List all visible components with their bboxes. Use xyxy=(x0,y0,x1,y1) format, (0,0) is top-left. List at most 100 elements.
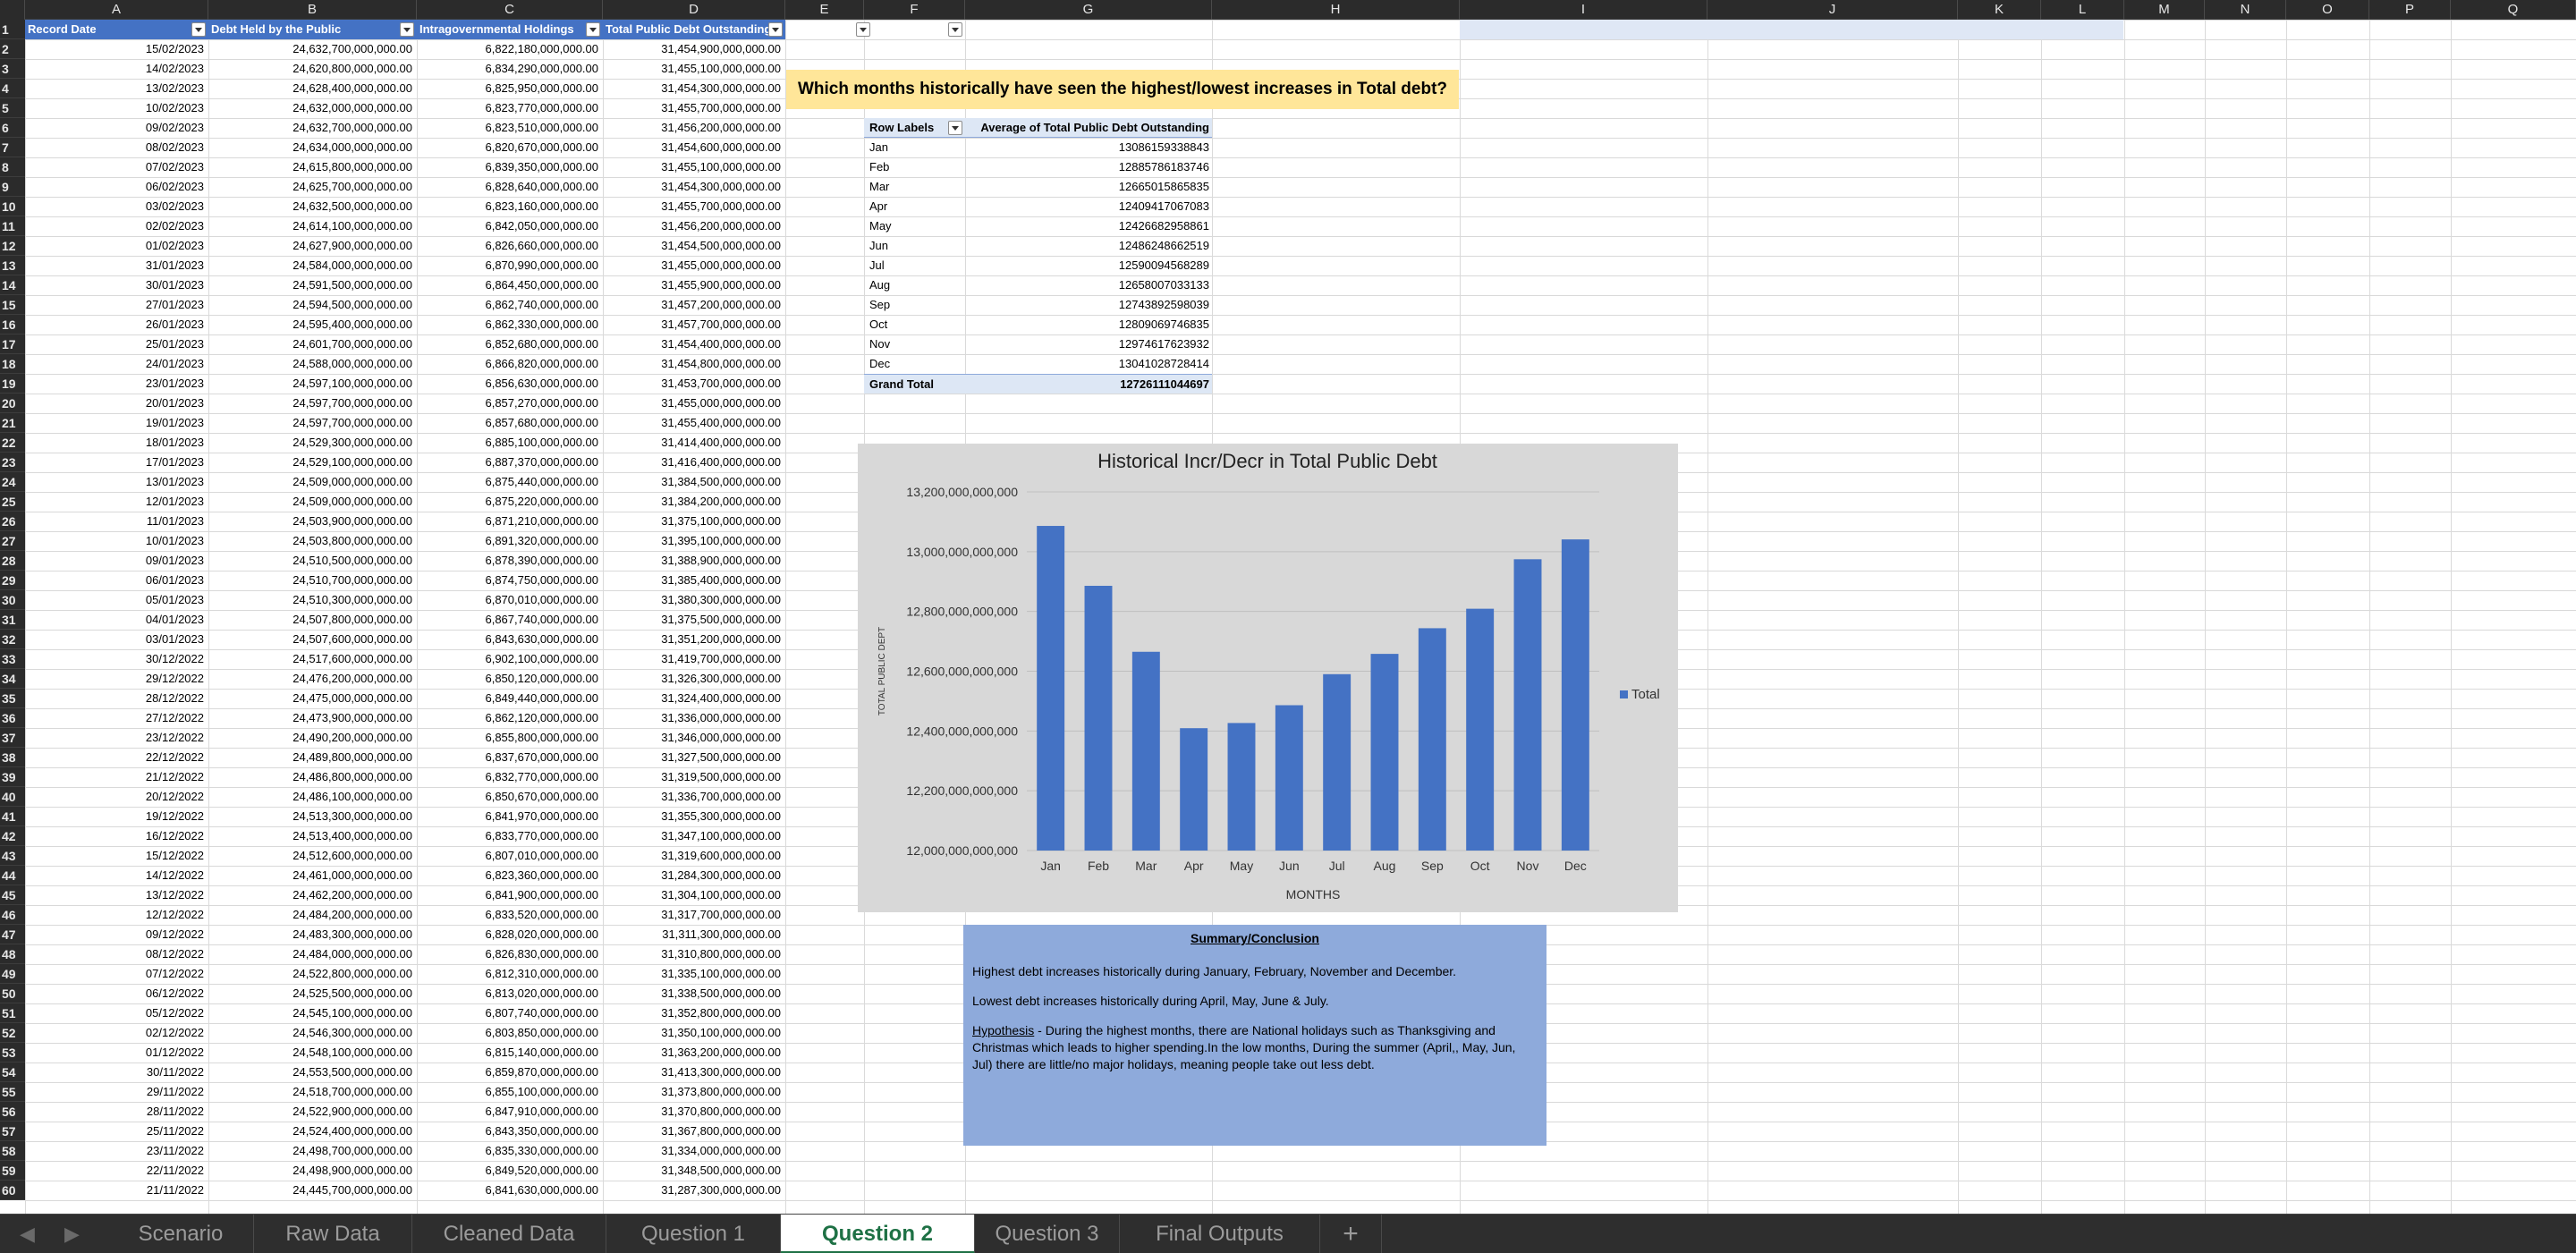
pivot-row-value[interactable]: 12486248662519 xyxy=(965,236,1212,256)
table-cell[interactable]: 6,822,180,000,000.00 xyxy=(417,39,603,59)
pivot-row-value[interactable]: 12743892598039 xyxy=(965,295,1212,315)
table-cell[interactable]: 31,385,400,000,000.00 xyxy=(603,571,785,590)
table-cell[interactable]: 02/02/2023 xyxy=(25,216,208,236)
table-cell[interactable]: 31,355,300,000,000.00 xyxy=(603,807,785,826)
row-header[interactable]: 5 xyxy=(0,98,25,118)
table-cell[interactable]: 31,454,600,000,000.00 xyxy=(603,138,785,157)
table-header-cell[interactable]: Intragovernmental Holdings xyxy=(417,20,603,39)
table-cell[interactable]: 24,512,600,000,000.00 xyxy=(208,846,417,866)
table-cell[interactable]: 05/12/2022 xyxy=(25,1003,208,1023)
table-cell[interactable]: 24,510,700,000,000.00 xyxy=(208,571,417,590)
table-cell[interactable]: 16/12/2022 xyxy=(25,826,208,846)
table-cell[interactable]: 31,384,500,000,000.00 xyxy=(603,472,785,492)
sheet-tab-question-2[interactable]: Question 2 xyxy=(781,1215,975,1253)
row-header[interactable]: 37 xyxy=(0,728,25,748)
pivot-row-label[interactable]: Nov xyxy=(864,334,965,354)
table-cell[interactable]: 6,839,350,000,000.00 xyxy=(417,157,603,177)
column-header-j[interactable]: J xyxy=(1707,0,1958,20)
table-cell[interactable]: 18/01/2023 xyxy=(25,433,208,453)
pivot-row-label[interactable]: Aug xyxy=(864,275,965,295)
table-cell[interactable]: 31,454,300,000,000.00 xyxy=(603,79,785,98)
column-header-k[interactable]: K xyxy=(1958,0,2041,20)
table-cell[interactable]: 31,351,200,000,000.00 xyxy=(603,630,785,649)
row-header[interactable]: 32 xyxy=(0,630,25,649)
row-header[interactable]: 42 xyxy=(0,826,25,846)
table-cell[interactable]: 31,284,300,000,000.00 xyxy=(603,866,785,885)
table-cell[interactable]: 31,319,500,000,000.00 xyxy=(603,767,785,787)
table-cell[interactable]: 6,813,020,000,000.00 xyxy=(417,984,603,1003)
table-cell[interactable]: 08/02/2023 xyxy=(25,138,208,157)
table-cell[interactable]: 6,885,100,000,000.00 xyxy=(417,433,603,453)
table-cell[interactable]: 23/11/2022 xyxy=(25,1141,208,1161)
table-cell[interactable]: 07/12/2022 xyxy=(25,964,208,984)
table-cell[interactable]: 24,601,700,000,000.00 xyxy=(208,334,417,354)
table-cell[interactable]: 31,456,200,000,000.00 xyxy=(603,118,785,138)
table-cell[interactable]: 31,346,000,000,000.00 xyxy=(603,728,785,748)
table-cell[interactable]: 27/12/2022 xyxy=(25,708,208,728)
row-header[interactable]: 52 xyxy=(0,1023,25,1043)
table-cell[interactable]: 6,871,210,000,000.00 xyxy=(417,512,603,531)
sheet-tab-question-3[interactable]: Question 3 xyxy=(975,1215,1120,1253)
pivot-row-label[interactable]: Jun xyxy=(864,236,965,256)
row-header[interactable]: 39 xyxy=(0,767,25,787)
column-header-o[interactable]: O xyxy=(2286,0,2369,20)
table-cell[interactable]: 28/12/2022 xyxy=(25,689,208,708)
table-cell[interactable]: 24,462,200,000,000.00 xyxy=(208,885,417,905)
table-cell[interactable]: 24,509,000,000,000.00 xyxy=(208,492,417,512)
pivot-row-value[interactable]: 12809069746835 xyxy=(965,315,1212,334)
table-cell[interactable]: 24,529,100,000,000.00 xyxy=(208,453,417,472)
table-cell[interactable]: 23/01/2023 xyxy=(25,374,208,394)
table-cell[interactable]: 03/01/2023 xyxy=(25,630,208,649)
row-header[interactable]: 3 xyxy=(0,59,25,79)
table-cell[interactable]: 6,902,100,000,000.00 xyxy=(417,649,603,669)
table-cell[interactable]: 15/02/2023 xyxy=(25,39,208,59)
row-header[interactable]: 46 xyxy=(0,905,25,925)
table-cell[interactable]: 31,311,300,000,000.00 xyxy=(603,925,785,944)
table-cell[interactable]: 31,416,400,000,000.00 xyxy=(603,453,785,472)
table-cell[interactable]: 24,620,800,000,000.00 xyxy=(208,59,417,79)
row-header[interactable]: 24 xyxy=(0,472,25,492)
table-cell[interactable]: 21/12/2022 xyxy=(25,767,208,787)
table-cell[interactable]: 24,486,800,000,000.00 xyxy=(208,767,417,787)
row-header[interactable]: 43 xyxy=(0,846,25,866)
table-cell[interactable]: 31,335,100,000,000.00 xyxy=(603,964,785,984)
table-cell[interactable]: 31,373,800,000,000.00 xyxy=(603,1082,785,1102)
table-cell[interactable]: 24,632,000,000,000.00 xyxy=(208,98,417,118)
column-header-n[interactable]: N xyxy=(2205,0,2286,20)
table-cell[interactable]: 24,584,000,000,000.00 xyxy=(208,256,417,275)
table-cell[interactable]: 6,832,770,000,000.00 xyxy=(417,767,603,787)
table-cell[interactable]: 31,455,100,000,000.00 xyxy=(603,59,785,79)
row-header[interactable]: 40 xyxy=(0,787,25,807)
table-cell[interactable]: 24,595,400,000,000.00 xyxy=(208,315,417,334)
table-cell[interactable]: 05/01/2023 xyxy=(25,590,208,610)
table-cell[interactable]: 24,529,300,000,000.00 xyxy=(208,433,417,453)
column-header-d[interactable]: D xyxy=(603,0,785,20)
table-cell[interactable]: 27/01/2023 xyxy=(25,295,208,315)
table-cell[interactable]: 6,841,900,000,000.00 xyxy=(417,885,603,905)
table-cell[interactable]: 6,823,360,000,000.00 xyxy=(417,866,603,885)
table-cell[interactable]: 31,455,400,000,000.00 xyxy=(603,413,785,433)
table-cell[interactable]: 6,850,120,000,000.00 xyxy=(417,669,603,689)
table-cell[interactable]: 13/01/2023 xyxy=(25,472,208,492)
table-cell[interactable]: 6,855,800,000,000.00 xyxy=(417,728,603,748)
table-cell[interactable]: 31,326,300,000,000.00 xyxy=(603,669,785,689)
table-cell[interactable]: 24,588,000,000,000.00 xyxy=(208,354,417,374)
table-cell[interactable]: 10/02/2023 xyxy=(25,98,208,118)
table-cell[interactable]: 24,489,800,000,000.00 xyxy=(208,748,417,767)
row-header[interactable]: 7 xyxy=(0,138,25,157)
pivot-row-label[interactable]: Dec xyxy=(864,354,965,374)
row-header[interactable]: 6 xyxy=(0,118,25,138)
table-cell[interactable]: 6,870,010,000,000.00 xyxy=(417,590,603,610)
table-cell[interactable]: 6,826,660,000,000.00 xyxy=(417,236,603,256)
table-cell[interactable]: 24,522,800,000,000.00 xyxy=(208,964,417,984)
table-cell[interactable]: 24,498,700,000,000.00 xyxy=(208,1141,417,1161)
table-cell[interactable]: 31,319,600,000,000.00 xyxy=(603,846,785,866)
table-cell[interactable]: 6,857,270,000,000.00 xyxy=(417,394,603,413)
table-cell[interactable]: 08/12/2022 xyxy=(25,944,208,964)
row-header[interactable]: 31 xyxy=(0,610,25,630)
table-cell[interactable]: 6,862,330,000,000.00 xyxy=(417,315,603,334)
table-cell[interactable]: 6,859,870,000,000.00 xyxy=(417,1063,603,1082)
table-cell[interactable]: 31,455,000,000,000.00 xyxy=(603,394,785,413)
table-cell[interactable]: 24,513,400,000,000.00 xyxy=(208,826,417,846)
pivot-row-label[interactable]: Apr xyxy=(864,197,965,216)
